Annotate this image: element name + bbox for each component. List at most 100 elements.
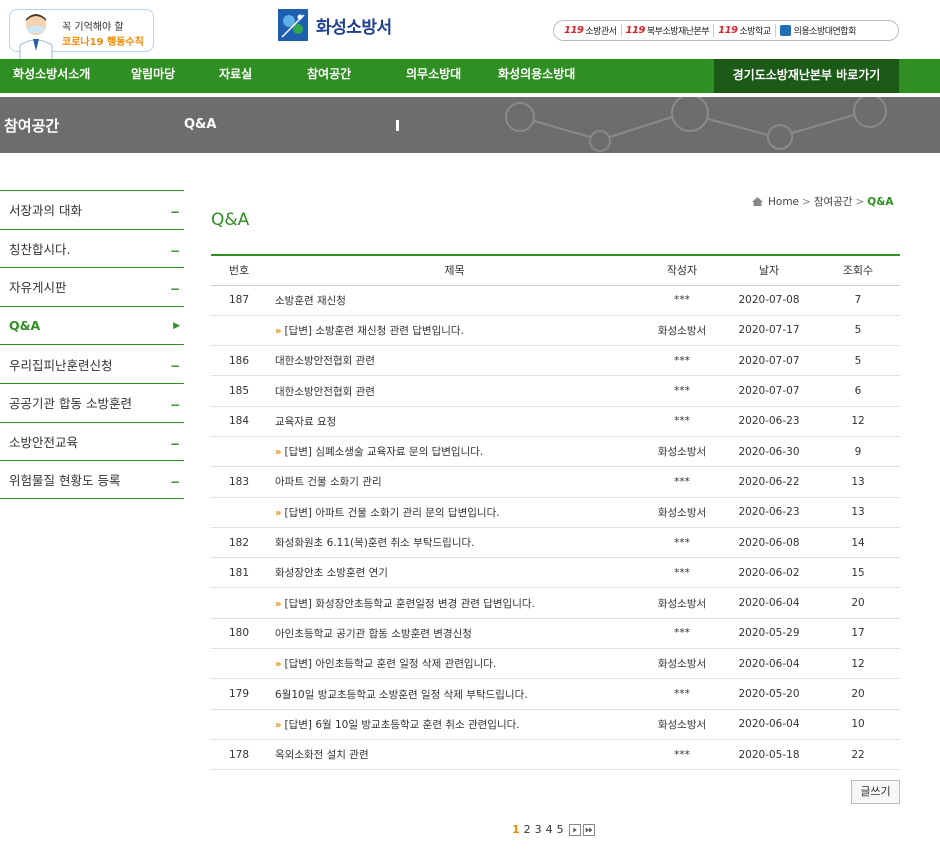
cell-title[interactable]: 옥외소화전 설치 관련 <box>267 739 642 771</box>
gyeonggi-hq-shortcut-button[interactable]: 경기도소방재난본부 바로가기 <box>714 59 899 93</box>
breadcrumb-section[interactable]: 참여공간 <box>814 194 853 209</box>
sidebar-item-label: 칭찬합시다. <box>9 241 71 257</box>
site-logo[interactable]: 화성소방서 <box>276 6 392 44</box>
page-link[interactable]: 3 <box>535 823 542 836</box>
post-title-link[interactable]: 화성장안초 소방훈련 연기 <box>275 567 388 579</box>
post-title-link[interactable]: [답변] 6월 10일 방교초등학교 훈련 취소 관련입니다. <box>284 719 519 731</box>
nav-item-conscript[interactable]: 의무소방대 <box>406 59 461 93</box>
table-row[interactable]: 181 화성장안초 소방훈련 연기 *** 2020-06-02 15 <box>211 557 900 589</box>
nav-item-volunteer[interactable]: 화성의용소방대 <box>498 59 575 93</box>
sidebar-item-label: 위험물질 현황도 등록 <box>9 472 121 488</box>
ext-link-volunteer-fed[interactable]: 의용소방대연합회 <box>776 24 860 37</box>
cell-no <box>211 587 267 619</box>
reply-arrow-icon: » <box>275 598 282 610</box>
reply-row[interactable]: » [답변] 소방훈련 재신청 관련 답변입니다. 화성소방서 2020-07-17 5 <box>211 315 900 347</box>
fire-station-emblem-icon <box>278 9 308 41</box>
post-title-link[interactable]: 옥외소화전 설치 관련 <box>275 749 369 761</box>
reply-row[interactable]: » [답변] 아파트 건물 소화기 관리 문의 답변입니다. 화성소방서 2020-0… <box>211 497 900 528</box>
post-title-link[interactable]: [답변] 아파트 건물 소화기 관리 문의 답변입니다. <box>284 507 499 519</box>
last-page-icon[interactable] <box>582 823 595 836</box>
cell-title[interactable]: » [답변] 아인초등학교 훈련 일정 삭제 관련입니다. <box>267 648 642 680</box>
cell-no: 184 <box>211 406 267 437</box>
cell-views: 5 <box>816 345 900 377</box>
site-header: 꼭 기억해야 할 코로나19 행동수칙 화성소방서 119 소방관서 119 북… <box>0 0 940 63</box>
ext-link-fire-school[interactable]: 119 소방학교 <box>714 24 776 37</box>
col-header-title: 제목 <box>267 254 642 286</box>
table-row[interactable]: 183 아파트 건물 소화기 관리 *** 2020-06-22 13 <box>211 466 900 498</box>
page-title: Q&A <box>211 210 250 230</box>
post-title-link[interactable]: 대한소방안전협회 관련 <box>275 355 375 367</box>
reply-row[interactable]: » [답변] 아인초등학교 훈련 일정 삭제 관련입니다. 화성소방서 2020-06… <box>211 648 900 680</box>
sidebar-item-joint-drill[interactable]: 공공기관 합동 소방훈련 − <box>0 382 184 422</box>
breadcrumb-home[interactable]: Home <box>768 196 799 208</box>
cell-title[interactable]: 화성장안초 소방훈련 연기 <box>267 557 642 589</box>
next-page-icon[interactable] <box>568 823 581 836</box>
table-row[interactable]: 185 대한소방안전협회 관련 *** 2020-07-07 6 <box>211 375 900 407</box>
covid-guideline-banner[interactable]: 꼭 기억해야 할 코로나19 행동수칙 <box>9 9 154 63</box>
post-title-link[interactable]: 아인초등학교 공기관 합동 소방훈련 변경신청 <box>275 628 472 640</box>
cell-author: *** <box>642 557 722 589</box>
cell-date: 2020-06-23 <box>722 406 816 437</box>
nav-item-archive[interactable]: 자료실 <box>219 59 252 93</box>
cell-views: 15 <box>816 557 900 589</box>
table-row[interactable]: 182 화성화원초 6.11(목)훈련 취소 부탁드립니다. *** 2020-06-… <box>211 527 900 559</box>
nav-item-intro[interactable]: 화성소방서소개 <box>13 59 90 93</box>
cell-views: 6 <box>816 375 900 407</box>
cell-title[interactable]: 아파트 건물 소화기 관리 <box>267 466 642 498</box>
post-title-link[interactable]: 아파트 건물 소화기 관리 <box>275 476 382 488</box>
table-row[interactable]: 187 소방훈련 재신청 *** 2020-07-08 7 <box>211 285 900 316</box>
cell-title[interactable]: 화성화원초 6.11(목)훈련 취소 부탁드립니다. <box>267 527 642 559</box>
ext-link-fire-offices[interactable]: 119 소방관서 <box>560 24 622 37</box>
cell-title[interactable]: » [답변] 6월 10일 방교초등학교 훈련 취소 관련입니다. <box>267 709 642 740</box>
reply-row[interactable]: » [답변] 화성장안초등학교 훈련일정 변경 관련 답변입니다. 화성소방서 202… <box>211 587 900 619</box>
post-title-link[interactable]: 소방훈련 재신청 <box>275 295 346 307</box>
cell-title[interactable]: 대한소방안전협회 관련 <box>267 345 642 377</box>
cell-title[interactable]: 대한소방안전협회 관련 <box>267 375 642 407</box>
cell-title[interactable]: » [답변] 화성장안초등학교 훈련일정 변경 관련 답변입니다. <box>267 587 642 619</box>
page-link[interactable]: 5 <box>557 823 564 836</box>
post-title-link[interactable]: [답변] 심폐소생술 교육자료 문의 답변입니다. <box>284 446 483 458</box>
page-link[interactable]: 1 <box>512 823 520 836</box>
sidebar-item-ceo-talk[interactable]: 서장과의 대화 − <box>0 190 184 229</box>
reply-row[interactable]: » [답변] 6월 10일 방교초등학교 훈련 취소 관련입니다. 화성소방서 202… <box>211 709 900 740</box>
sidebar-item-hazmat-register[interactable]: 위험물질 현황도 등록 − <box>0 460 184 499</box>
post-title-link[interactable]: 대한소방안전협회 관련 <box>275 386 375 398</box>
ext-link-north-hq[interactable]: 119 북부소방재난본부 <box>622 24 715 37</box>
post-title-link[interactable]: [답변] 소방훈련 재신청 관련 답변입니다. <box>284 325 463 337</box>
col-header-date: 날자 <box>722 254 816 286</box>
cell-date: 2020-06-04 <box>722 709 816 740</box>
page-link[interactable]: 2 <box>524 823 531 836</box>
sidebar-item-free-board[interactable]: 자유게시판 − <box>0 267 184 306</box>
cell-title[interactable]: 교육자료 요청 <box>267 406 642 437</box>
sidebar-item-qna[interactable]: Q&A ▶ <box>0 305 184 345</box>
cell-title[interactable]: » [답변] 소방훈련 재신청 관련 답변입니다. <box>267 315 642 347</box>
table-row[interactable]: 180 아인초등학교 공기관 합동 소방훈련 변경신청 *** 2020-05-29 1… <box>211 618 900 650</box>
post-title-link[interactable]: 6월10일 방교초등학교 소방훈련 일정 삭제 부탁드립니다. <box>275 689 528 701</box>
qna-board-table: 번호 제목 작성자 날자 조회수 187 소방훈련 재신청 *** 2020-07-0… <box>211 254 900 771</box>
post-title-link[interactable]: [답변] 아인초등학교 훈련 일정 삭제 관련입니다. <box>284 658 496 670</box>
cell-date: 2020-06-04 <box>722 648 816 680</box>
col-header-author: 작성자 <box>642 254 722 286</box>
table-row[interactable]: 184 교육자료 요청 *** 2020-06-23 12 <box>211 406 900 437</box>
post-title-link[interactable]: [답변] 화성장안초등학교 훈련일정 변경 관련 답변입니다. <box>284 598 534 610</box>
cell-title[interactable]: 소방훈련 재신청 <box>267 285 642 316</box>
nav-item-participation[interactable]: 참여공간 <box>307 59 351 93</box>
table-row[interactable]: 178 옥외소화전 설치 관련 *** 2020-05-18 22 <box>211 739 900 771</box>
cell-no <box>211 497 267 528</box>
write-button[interactable]: 글쓰기 <box>851 780 900 804</box>
table-row[interactable]: 186 대한소방안전협회 관련 *** 2020-07-07 5 <box>211 345 900 377</box>
table-row[interactable]: 179 6월10일 방교초등학교 소방훈련 일정 삭제 부탁드립니다. *** 202… <box>211 678 900 710</box>
cell-title[interactable]: 6월10일 방교초등학교 소방훈련 일정 삭제 부탁드립니다. <box>267 678 642 710</box>
sidebar-item-safety-education[interactable]: 소방안전교육 − <box>0 421 184 461</box>
cell-title[interactable]: » [답변] 심폐소생술 교육자료 문의 답변입니다. <box>267 436 642 468</box>
nav-item-notice[interactable]: 알림마당 <box>131 59 175 93</box>
cell-date: 2020-06-23 <box>722 497 816 528</box>
reply-row[interactable]: » [답변] 심폐소생술 교육자료 문의 답변입니다. 화성소방서 2020-06-3… <box>211 436 900 468</box>
post-title-link[interactable]: 교육자료 요청 <box>275 416 336 428</box>
sidebar-item-home-evacuation[interactable]: 우리집피난훈련신청 − <box>0 344 184 383</box>
sidebar-item-praise[interactable]: 칭찬합시다. − <box>0 228 184 268</box>
post-title-link[interactable]: 화성화원초 6.11(목)훈련 취소 부탁드립니다. <box>275 537 474 549</box>
cell-title[interactable]: 아인초등학교 공기관 합동 소방훈련 변경신청 <box>267 618 642 650</box>
page-link[interactable]: 4 <box>546 823 553 836</box>
cell-title[interactable]: » [답변] 아파트 건물 소화기 관리 문의 답변입니다. <box>267 497 642 528</box>
